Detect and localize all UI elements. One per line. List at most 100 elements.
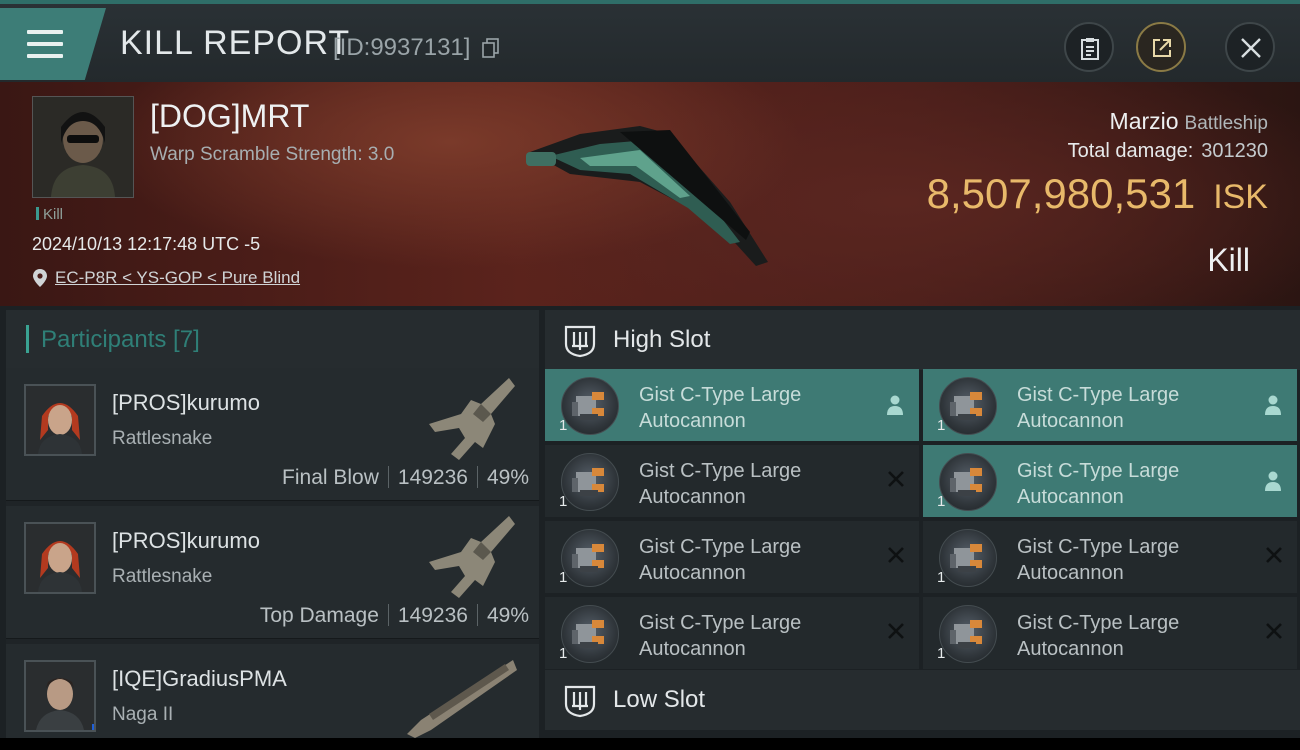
isk-unit: ISK <box>1213 178 1268 216</box>
total-damage-label: Total damage: <box>1067 140 1194 162</box>
location-pin-icon <box>33 269 47 287</box>
module-name-line1: Gist C-Type Large <box>639 536 802 558</box>
dropped-person-icon <box>885 394 905 421</box>
module-name-line1: Gist C-Type Large <box>639 612 802 634</box>
low-slot-icon <box>564 685 596 718</box>
low-slot-header: Low Slot <box>545 670 1300 730</box>
victim-ship[interactable]: Marzio Battleship <box>1110 108 1268 135</box>
autocannon-icon <box>939 605 997 663</box>
participants-panel: Participants [7] [PROS]kurumo Rattlesnak… <box>6 310 539 738</box>
participant-ship: Naga II <box>112 704 174 725</box>
module-name-line1: Gist C-Type Large <box>1017 460 1180 482</box>
module-quantity: 1 <box>559 493 568 510</box>
participant-avatar <box>24 522 96 594</box>
kill-report-window: KILL REPORT [ID:9937131] [DOG]MRT Warp S… <box>0 0 1300 738</box>
menu-button[interactable] <box>0 8 106 80</box>
participant-role: Final Blow <box>282 466 379 489</box>
module-name-line2: Autocannon <box>639 562 746 584</box>
warp-scramble-strength: Warp Scramble Strength: 3.0 <box>150 144 395 165</box>
participant-row[interactable]: [PROS]kurumo Rattlesnake Final Blow 14923… <box>6 368 539 501</box>
module-name-line2: Autocannon <box>639 410 746 432</box>
participant-percent: 49% <box>486 466 529 489</box>
isk-amount: 8,507,980,531 <box>926 170 1196 217</box>
participant-percent: 49% <box>486 604 529 627</box>
result-label: Kill <box>1207 242 1250 278</box>
kill-tag: Kill <box>36 206 63 223</box>
high-slot-title: High Slot <box>613 326 711 353</box>
clipboard-button[interactable] <box>1064 22 1114 72</box>
participant-damage: 149236 <box>397 466 468 489</box>
participant-name: [PROS]kurumo <box>112 390 260 415</box>
module-quantity: 1 <box>937 417 946 434</box>
victim-portrait[interactable] <box>32 96 134 198</box>
participant-row[interactable]: [PROS]kurumo Rattlesnake Top Damage 14923… <box>6 506 539 639</box>
participant-ship-image <box>407 660 517 738</box>
module-name-line1: Gist C-Type Large <box>639 384 802 406</box>
destroyed-x-icon <box>887 546 905 569</box>
module-name: Gist C-Type Large Autocannon <box>639 610 801 662</box>
victim-pilot-name[interactable]: [DOG]MRT <box>150 98 309 135</box>
participant-role: Top Damage <box>259 604 379 627</box>
hamburger-menu-icon <box>27 30 63 60</box>
autocannon-icon <box>939 529 997 587</box>
autocannon-icon <box>561 453 619 511</box>
destroyed-x-icon <box>1265 546 1283 569</box>
module-name: Gist C-Type Large Autocannon <box>1017 610 1179 662</box>
module-item[interactable]: 1 Gist C-Type Large Autocannon <box>923 521 1297 593</box>
participant-ship-image <box>429 516 515 598</box>
high-slot-header: High Slot <box>545 310 1300 370</box>
share-button[interactable] <box>1136 22 1186 72</box>
share-icon <box>1153 39 1171 57</box>
kill-datetime: 2024/10/13 12:17:48 UTC -5 <box>32 234 261 254</box>
module-quantity: 1 <box>559 645 568 662</box>
module-item[interactable]: 1 Gist C-Type Large Autocannon <box>545 445 919 517</box>
participant-ship-image <box>429 378 515 460</box>
module-name: Gist C-Type Large Autocannon <box>1017 382 1179 434</box>
module-quantity: 1 <box>559 417 568 434</box>
participant-ship: Rattlesnake <box>112 566 213 587</box>
participant-name: [IQE]GradiusPMA <box>112 666 287 691</box>
dropped-person-icon <box>1263 394 1283 421</box>
module-name-line2: Autocannon <box>1017 486 1124 508</box>
autocannon-icon <box>561 377 619 435</box>
module-name: Gist C-Type Large Autocannon <box>1017 458 1179 510</box>
isk-value: 8,507,980,531 ISK <box>927 170 1268 218</box>
participant-avatar <box>24 384 96 456</box>
victim-ship-class: Battleship <box>1184 113 1268 134</box>
destroyed-x-icon <box>887 622 905 645</box>
kill-tag-label: Kill <box>43 206 64 223</box>
module-item[interactable]: 1 Gist C-Type Large Autocannon <box>923 369 1297 441</box>
copy-icon[interactable] <box>482 38 500 58</box>
add-contact-icon[interactable]: + <box>92 724 94 730</box>
module-name: Gist C-Type Large Autocannon <box>639 382 801 434</box>
participants-title: Participants [7] <box>41 326 200 353</box>
total-damage-value: 301230 <box>1201 140 1268 162</box>
destroyed-x-icon <box>887 470 905 493</box>
victim-ship-image <box>526 126 768 266</box>
module-name-line1: Gist C-Type Large <box>1017 384 1180 406</box>
high-slot-icon <box>564 325 596 358</box>
module-item[interactable]: 1 Gist C-Type Large Autocannon <box>545 597 919 669</box>
destroyed-x-icon <box>1265 622 1283 645</box>
module-name: Gist C-Type Large Autocannon <box>1017 534 1179 586</box>
module-item[interactable]: 1 Gist C-Type Large Autocannon <box>545 521 919 593</box>
module-item[interactable]: 1 Gist C-Type Large Autocannon <box>923 597 1297 669</box>
module-name-line2: Autocannon <box>1017 638 1124 660</box>
module-quantity: 1 <box>937 645 946 662</box>
autocannon-icon <box>561 605 619 663</box>
module-name-line2: Autocannon <box>1017 562 1124 584</box>
module-quantity: 1 <box>559 569 568 586</box>
close-button[interactable] <box>1225 22 1275 72</box>
module-item[interactable]: 1 Gist C-Type Large Autocannon <box>923 445 1297 517</box>
participant-name: [PROS]kurumo <box>112 528 260 553</box>
participant-row[interactable]: + [IQE]GradiusPMA Naga II <box>6 644 539 738</box>
victim-banner: [DOG]MRT Warp Scramble Strength: 3.0 Kil… <box>0 82 1300 306</box>
module-quantity: 1 <box>937 569 946 586</box>
module-item[interactable]: 1 Gist C-Type Large Autocannon <box>545 369 919 441</box>
location-link[interactable]: EC-P8R < YS-GOP < Pure Blind <box>55 268 300 288</box>
autocannon-icon <box>939 453 997 511</box>
low-slot-title: Low Slot <box>613 686 706 713</box>
participants-header: Participants [7] <box>6 310 539 368</box>
module-name-line1: Gist C-Type Large <box>1017 612 1180 634</box>
participant-stats: Top Damage 149236 49% <box>260 604 529 628</box>
